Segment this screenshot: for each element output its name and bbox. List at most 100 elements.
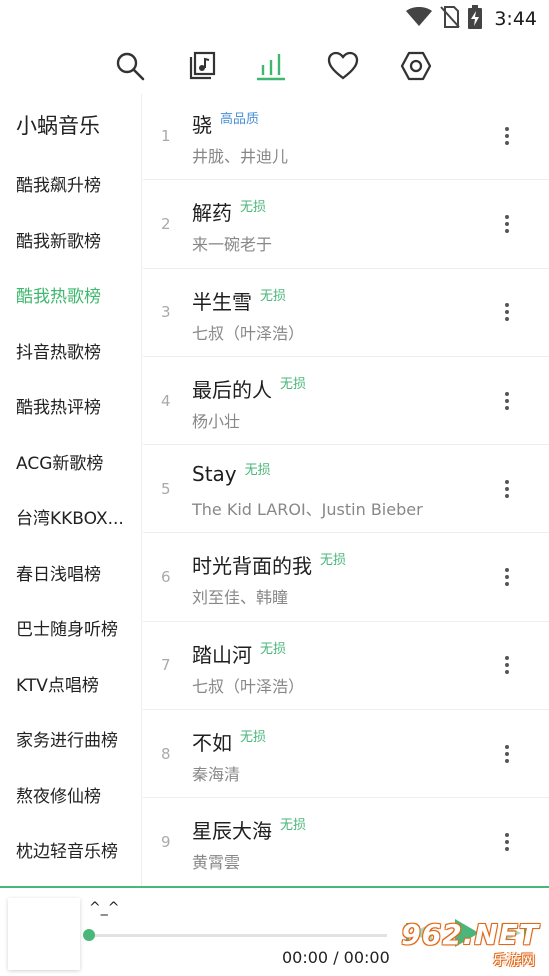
- song-row[interactable]: 3 半生雪 无损七叔（叶泽浩）: [143, 269, 549, 357]
- song-title: 不如: [192, 731, 232, 756]
- quality-badge: 无损: [320, 553, 347, 569]
- song-row[interactable]: 2 解药 无损来一碗老于: [143, 180, 549, 269]
- more-options-icon[interactable]: [495, 445, 519, 532]
- more-options-icon[interactable]: [495, 269, 519, 356]
- song-row[interactable]: 6 时光背面的我 无损 刘至佳、韩瞳: [143, 533, 549, 622]
- status-icons: 3:44: [406, 5, 537, 33]
- quality-badge: 无损: [280, 376, 307, 392]
- player-bar: ^_^ 00:00 / 00:00: [0, 886, 549, 976]
- sidebar-item[interactable]: 酷我热歌榜: [0, 267, 141, 323]
- song-title-line: 踏山河 无损: [192, 639, 286, 668]
- song-title-line: 半生雪 无损: [192, 286, 286, 315]
- song-row[interactable]: 5 Stay 无损 The Kid LAROI、Justin Bieber: [143, 445, 549, 534]
- wifi-icon: [406, 7, 433, 31]
- song-number: 7: [161, 656, 171, 675]
- song-number: 8: [161, 744, 171, 763]
- quality-badge: 无损: [240, 200, 267, 216]
- song-title-line: 骁高品质: [192, 109, 259, 138]
- song-row[interactable]: 9 星辰大海 无损黄霄雲: [143, 798, 549, 886]
- song-title-line: 最后的人 无损: [192, 374, 306, 403]
- song-title-line: 星辰大海 无损: [192, 815, 306, 844]
- song-number: 5: [161, 479, 171, 498]
- more-options-icon[interactable]: [495, 798, 519, 885]
- heart-icon[interactable]: [325, 48, 361, 84]
- song-row[interactable]: 7 踏山河 无损七叔（叶泽浩）: [143, 622, 549, 711]
- sidebar-item[interactable]: 酷我新歌榜: [0, 212, 141, 268]
- sidebar: 小蜗音乐 酷我飙升榜 酷我新歌榜 酷我热歌榜 抖音热歌榜 酷我热评榜 ACG新歌榜 台湾KK…: [0, 94, 142, 886]
- sidebar-item[interactable]: 春日浅唱榜: [0, 545, 141, 601]
- song-row[interactable]: 8 不如 无损秦海清: [143, 710, 549, 799]
- song-artist: 井胧、井迪儿: [192, 147, 289, 166]
- song-number: 1: [161, 126, 171, 145]
- sidebar-item[interactable]: 酷我热评榜: [0, 378, 141, 434]
- more-options-icon[interactable]: [495, 622, 519, 709]
- sidebar-item[interactable]: 抖音热歌榜: [0, 323, 141, 379]
- song-artist: 秦海清: [192, 765, 241, 785]
- status-bar: 3:44: [0, 0, 549, 38]
- play-icon[interactable]: [448, 916, 484, 950]
- song-row[interactable]: 4 最后的人 无损杨小壮: [143, 357, 549, 446]
- song-artist: 黄霄雲: [192, 853, 241, 873]
- quality-badge: 无损: [240, 730, 267, 746]
- song-number: 6: [161, 568, 171, 587]
- quality-badge: 高品质: [220, 112, 260, 127]
- battery-charging-icon: [468, 5, 483, 33]
- next-icon[interactable]: [497, 916, 531, 950]
- song-title: 解药: [192, 201, 232, 226]
- quality-badge: 无损: [244, 462, 271, 478]
- song-title-line: Stay 无损: [192, 462, 271, 486]
- song-artist: 七叔（叶泽浩）: [192, 676, 305, 696]
- song-number: 3: [161, 303, 171, 322]
- quality-badge: 无损: [280, 818, 307, 834]
- more-options-icon[interactable]: [495, 92, 519, 179]
- song-title: 最后的人: [192, 377, 272, 402]
- song-title-line: 时光背面的我 无损: [192, 550, 346, 579]
- song-title: 骁: [192, 113, 212, 137]
- song-title: 半生雪: [192, 289, 252, 314]
- sidebar-item[interactable]: 枕边轻音乐榜: [0, 822, 141, 878]
- settings-icon[interactable]: [398, 48, 434, 84]
- progress-track[interactable]: [89, 934, 387, 937]
- top-nav: [0, 44, 549, 88]
- previous-icon[interactable]: [402, 916, 436, 950]
- more-options-icon[interactable]: [495, 357, 519, 444]
- local-music-icon[interactable]: [184, 48, 220, 84]
- song-row[interactable]: 1 骁高品质井胧、井迪儿: [143, 92, 549, 181]
- no-sim-icon: [440, 6, 461, 32]
- song-artist: The Kid LAROI、Justin Bieber: [192, 500, 423, 520]
- song-artist: 七叔（叶泽浩）: [192, 323, 305, 343]
- quality-badge: 无损: [260, 288, 287, 304]
- song-title: 踏山河: [192, 642, 252, 667]
- song-number: 4: [161, 391, 171, 410]
- sidebar-item[interactable]: 酷我飙升榜: [0, 156, 141, 212]
- song-title-line: 解药 无损: [192, 197, 266, 226]
- sidebar-list: 酷我飙升榜 酷我新歌榜 酷我热歌榜 抖音热歌榜 酷我热评榜 ACG新歌榜 台湾KKBOX..…: [0, 156, 141, 878]
- song-title: 时光背面的我: [192, 554, 312, 579]
- sidebar-item[interactable]: 家务进行曲榜: [0, 711, 141, 767]
- more-options-icon[interactable]: [495, 180, 519, 267]
- song-artist: 来一碗老于: [192, 235, 273, 255]
- quality-badge: 无损: [260, 641, 287, 657]
- search-icon[interactable]: [112, 48, 148, 84]
- song-title: Stay: [192, 462, 237, 487]
- song-artist: 杨小壮: [192, 411, 241, 431]
- song-number: 9: [161, 833, 171, 852]
- song-number: 2: [161, 214, 171, 233]
- status-time: 3:44: [494, 8, 537, 30]
- sidebar-item[interactable]: ACG新歌榜: [0, 434, 141, 490]
- player-title: ^_^: [89, 900, 120, 916]
- sidebar-item[interactable]: 台湾KKBOX...: [0, 489, 141, 545]
- sidebar-item[interactable]: 巴士随身听榜: [0, 600, 141, 656]
- album-cover[interactable]: [8, 898, 80, 970]
- sidebar-item[interactable]: 熬夜修仙榜: [0, 767, 141, 823]
- more-options-icon[interactable]: [495, 533, 519, 620]
- chart-icon[interactable]: [253, 48, 289, 84]
- sidebar-item[interactable]: KTV点唱榜: [0, 656, 141, 712]
- progress-knob[interactable]: [83, 929, 95, 941]
- song-title: 星辰大海: [192, 819, 272, 844]
- app-title: 小蜗音乐: [16, 114, 100, 138]
- song-list: 1 骁高品质 井胧、井迪儿 2 解药 无损 来一碗老于 3 半生雪 无损 七叔（叶泽浩） 4 最后的人无…: [143, 92, 549, 886]
- more-options-icon[interactable]: [495, 710, 519, 797]
- song-title-line: 不如 无损: [192, 727, 266, 756]
- player-time: 00:00 / 00:00: [282, 948, 390, 967]
